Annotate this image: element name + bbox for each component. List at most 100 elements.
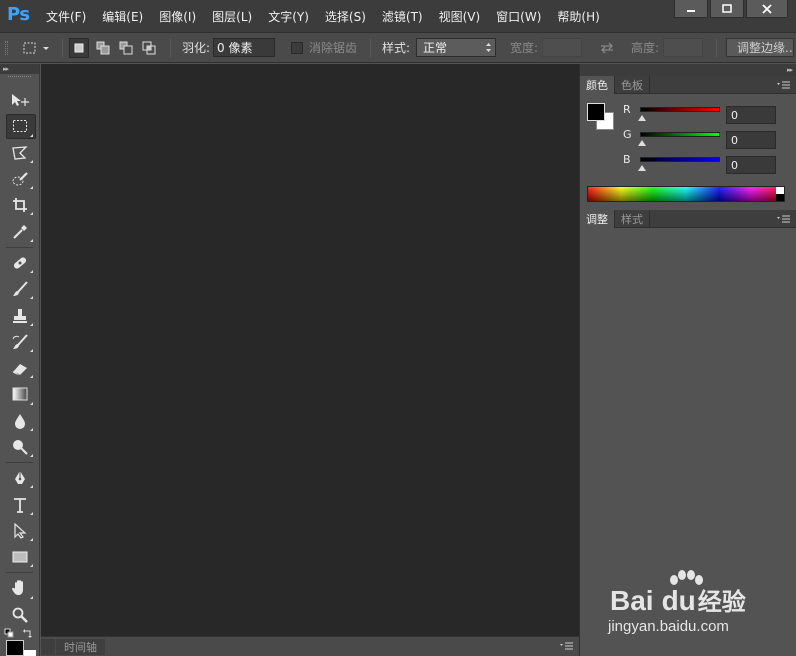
style-select[interactable]: 正常 <box>416 38 497 57</box>
width-input[interactable] <box>542 38 583 57</box>
swap-dimensions-button[interactable] <box>599 33 615 62</box>
red-slider[interactable] <box>640 107 720 112</box>
menu-select[interactable]: 选择(S) <box>325 8 366 25</box>
feather-input[interactable]: 0 像素 <box>213 38 276 57</box>
options-bar-grip[interactable] <box>5 41 8 55</box>
blue-slider-thumb[interactable] <box>638 165 646 171</box>
tool-flyout-indicator <box>30 238 33 242</box>
crop-tool[interactable] <box>0 192 40 218</box>
height-group: 高度: <box>631 33 704 62</box>
pen-tool[interactable] <box>0 465 40 491</box>
menu-image[interactable]: 图像(I) <box>159 8 196 25</box>
panel-dock-collapse-button[interactable]: ▸▸ <box>580 64 796 76</box>
new-selection-button[interactable] <box>69 37 89 58</box>
default-colors-icon[interactable] <box>4 628 16 638</box>
canvas-area[interactable] <box>41 64 579 636</box>
foreground-color-swatch[interactable] <box>6 639 24 656</box>
timeline-panel-menu-icon[interactable] <box>560 642 574 650</box>
zoom-tool[interactable] <box>0 602 40 628</box>
timeline-panel-grip[interactable] <box>41 639 55 655</box>
tool-preset-picker[interactable] <box>22 33 50 62</box>
refine-edge-button[interactable]: 调整边缘... <box>726 38 794 57</box>
history-brush-tool[interactable] <box>0 329 40 355</box>
gradient-tool[interactable] <box>0 381 40 407</box>
green-channel-label: G <box>623 128 632 141</box>
minimize-button[interactable] <box>674 0 708 18</box>
height-label: 高度: <box>631 41 660 55</box>
history-brush-icon <box>12 334 28 349</box>
subtract-selection-button[interactable] <box>116 38 136 58</box>
color-spectrum-ramp[interactable] <box>587 186 785 202</box>
menu-window[interactable]: 窗口(W) <box>496 8 541 25</box>
blue-slider[interactable] <box>640 157 720 162</box>
eyedropper-tool[interactable] <box>0 218 40 244</box>
timeline-panel: 时间轴 <box>41 636 579 656</box>
eraser-tool[interactable] <box>0 355 40 381</box>
red-slider-thumb[interactable] <box>638 115 646 121</box>
maximize-button[interactable] <box>710 0 744 18</box>
minimize-icon <box>687 9 695 12</box>
red-value-input[interactable]: 0 <box>726 106 776 124</box>
quick-select-tool[interactable] <box>0 166 40 192</box>
green-value-input[interactable]: 0 <box>726 131 776 149</box>
path-select-tool[interactable] <box>0 518 40 544</box>
antialias-checkbox[interactable] <box>291 41 303 54</box>
move-tool[interactable] <box>0 87 40 113</box>
photoshop-logo: Ps <box>7 4 30 25</box>
tab-swatches[interactable]: 色板 <box>615 76 650 94</box>
lasso-tool[interactable] <box>0 140 40 166</box>
tab-adjustments[interactable]: 调整 <box>580 210 615 228</box>
menu-file[interactable]: 文件(F) <box>46 8 86 25</box>
blue-value-input[interactable]: 0 <box>726 156 776 174</box>
dodge-icon <box>13 440 28 455</box>
tab-color[interactable]: 颜色 <box>580 76 615 94</box>
black-white-swatch[interactable] <box>776 187 784 201</box>
toolbox-grip[interactable] <box>8 76 31 83</box>
adjust-panel-menu-icon[interactable] <box>777 215 791 223</box>
add-selection-button[interactable] <box>93 38 113 58</box>
type-tool[interactable] <box>0 491 40 517</box>
blur-tool[interactable] <box>0 408 40 434</box>
hand-tool[interactable] <box>0 575 40 601</box>
color-panel-menu-icon[interactable] <box>777 81 791 89</box>
tool-flyout-indicator <box>30 427 33 431</box>
shape-tool[interactable] <box>0 544 40 570</box>
color-panel-foreground-swatch[interactable] <box>587 103 605 121</box>
menu-type[interactable]: 文字(Y) <box>268 8 309 25</box>
tab-timeline[interactable]: 时间轴 <box>56 639 105 655</box>
height-input[interactable] <box>663 38 704 57</box>
antialias-label: 消除锯齿 <box>309 41 358 55</box>
menu-help[interactable]: 帮助(H) <box>557 8 599 25</box>
dodge-tool[interactable] <box>0 434 40 460</box>
menu-layer[interactable]: 图层(L) <box>212 8 252 25</box>
tool-flyout-indicator <box>30 159 33 163</box>
hand-icon <box>12 580 23 596</box>
marquee-tool[interactable] <box>0 113 40 140</box>
menu-filter[interactable]: 滤镜(T) <box>382 8 423 25</box>
close-button[interactable] <box>746 0 788 18</box>
background-color-swatch[interactable] <box>24 649 36 656</box>
swap-colors-icon[interactable] <box>22 628 34 638</box>
swap-arrows-icon <box>601 42 613 53</box>
toolbox-separator <box>6 246 33 248</box>
width-group: 宽度: <box>510 33 583 62</box>
maximize-icon <box>722 4 732 13</box>
selection-mode-group <box>69 33 159 62</box>
green-slider[interactable] <box>640 132 720 137</box>
rectangle-shape-icon <box>12 551 28 563</box>
stamp-tool[interactable] <box>0 302 40 328</box>
intersect-selection-button[interactable] <box>139 38 159 58</box>
green-slider-thumb[interactable] <box>638 140 646 146</box>
brush-tool[interactable] <box>0 276 40 302</box>
subtract-selection-icon <box>119 41 133 54</box>
healing-tool[interactable] <box>0 250 40 276</box>
tab-styles[interactable]: 样式 <box>615 210 650 228</box>
right-panel-dock: ▸▸ 颜色 色板 R 0 G 0 B 0 调整 样式 <box>579 64 796 656</box>
menu-edit[interactable]: 编辑(E) <box>102 8 143 25</box>
tool-flyout-indicator <box>30 348 33 352</box>
tool-flyout-indicator <box>30 454 33 458</box>
menu-view[interactable]: 视图(V) <box>439 8 481 25</box>
rect-marquee-preset-icon <box>23 42 49 53</box>
tool-flyout-indicator <box>30 322 33 326</box>
toolbox-collapse-button[interactable]: ▸▸ <box>0 64 39 74</box>
